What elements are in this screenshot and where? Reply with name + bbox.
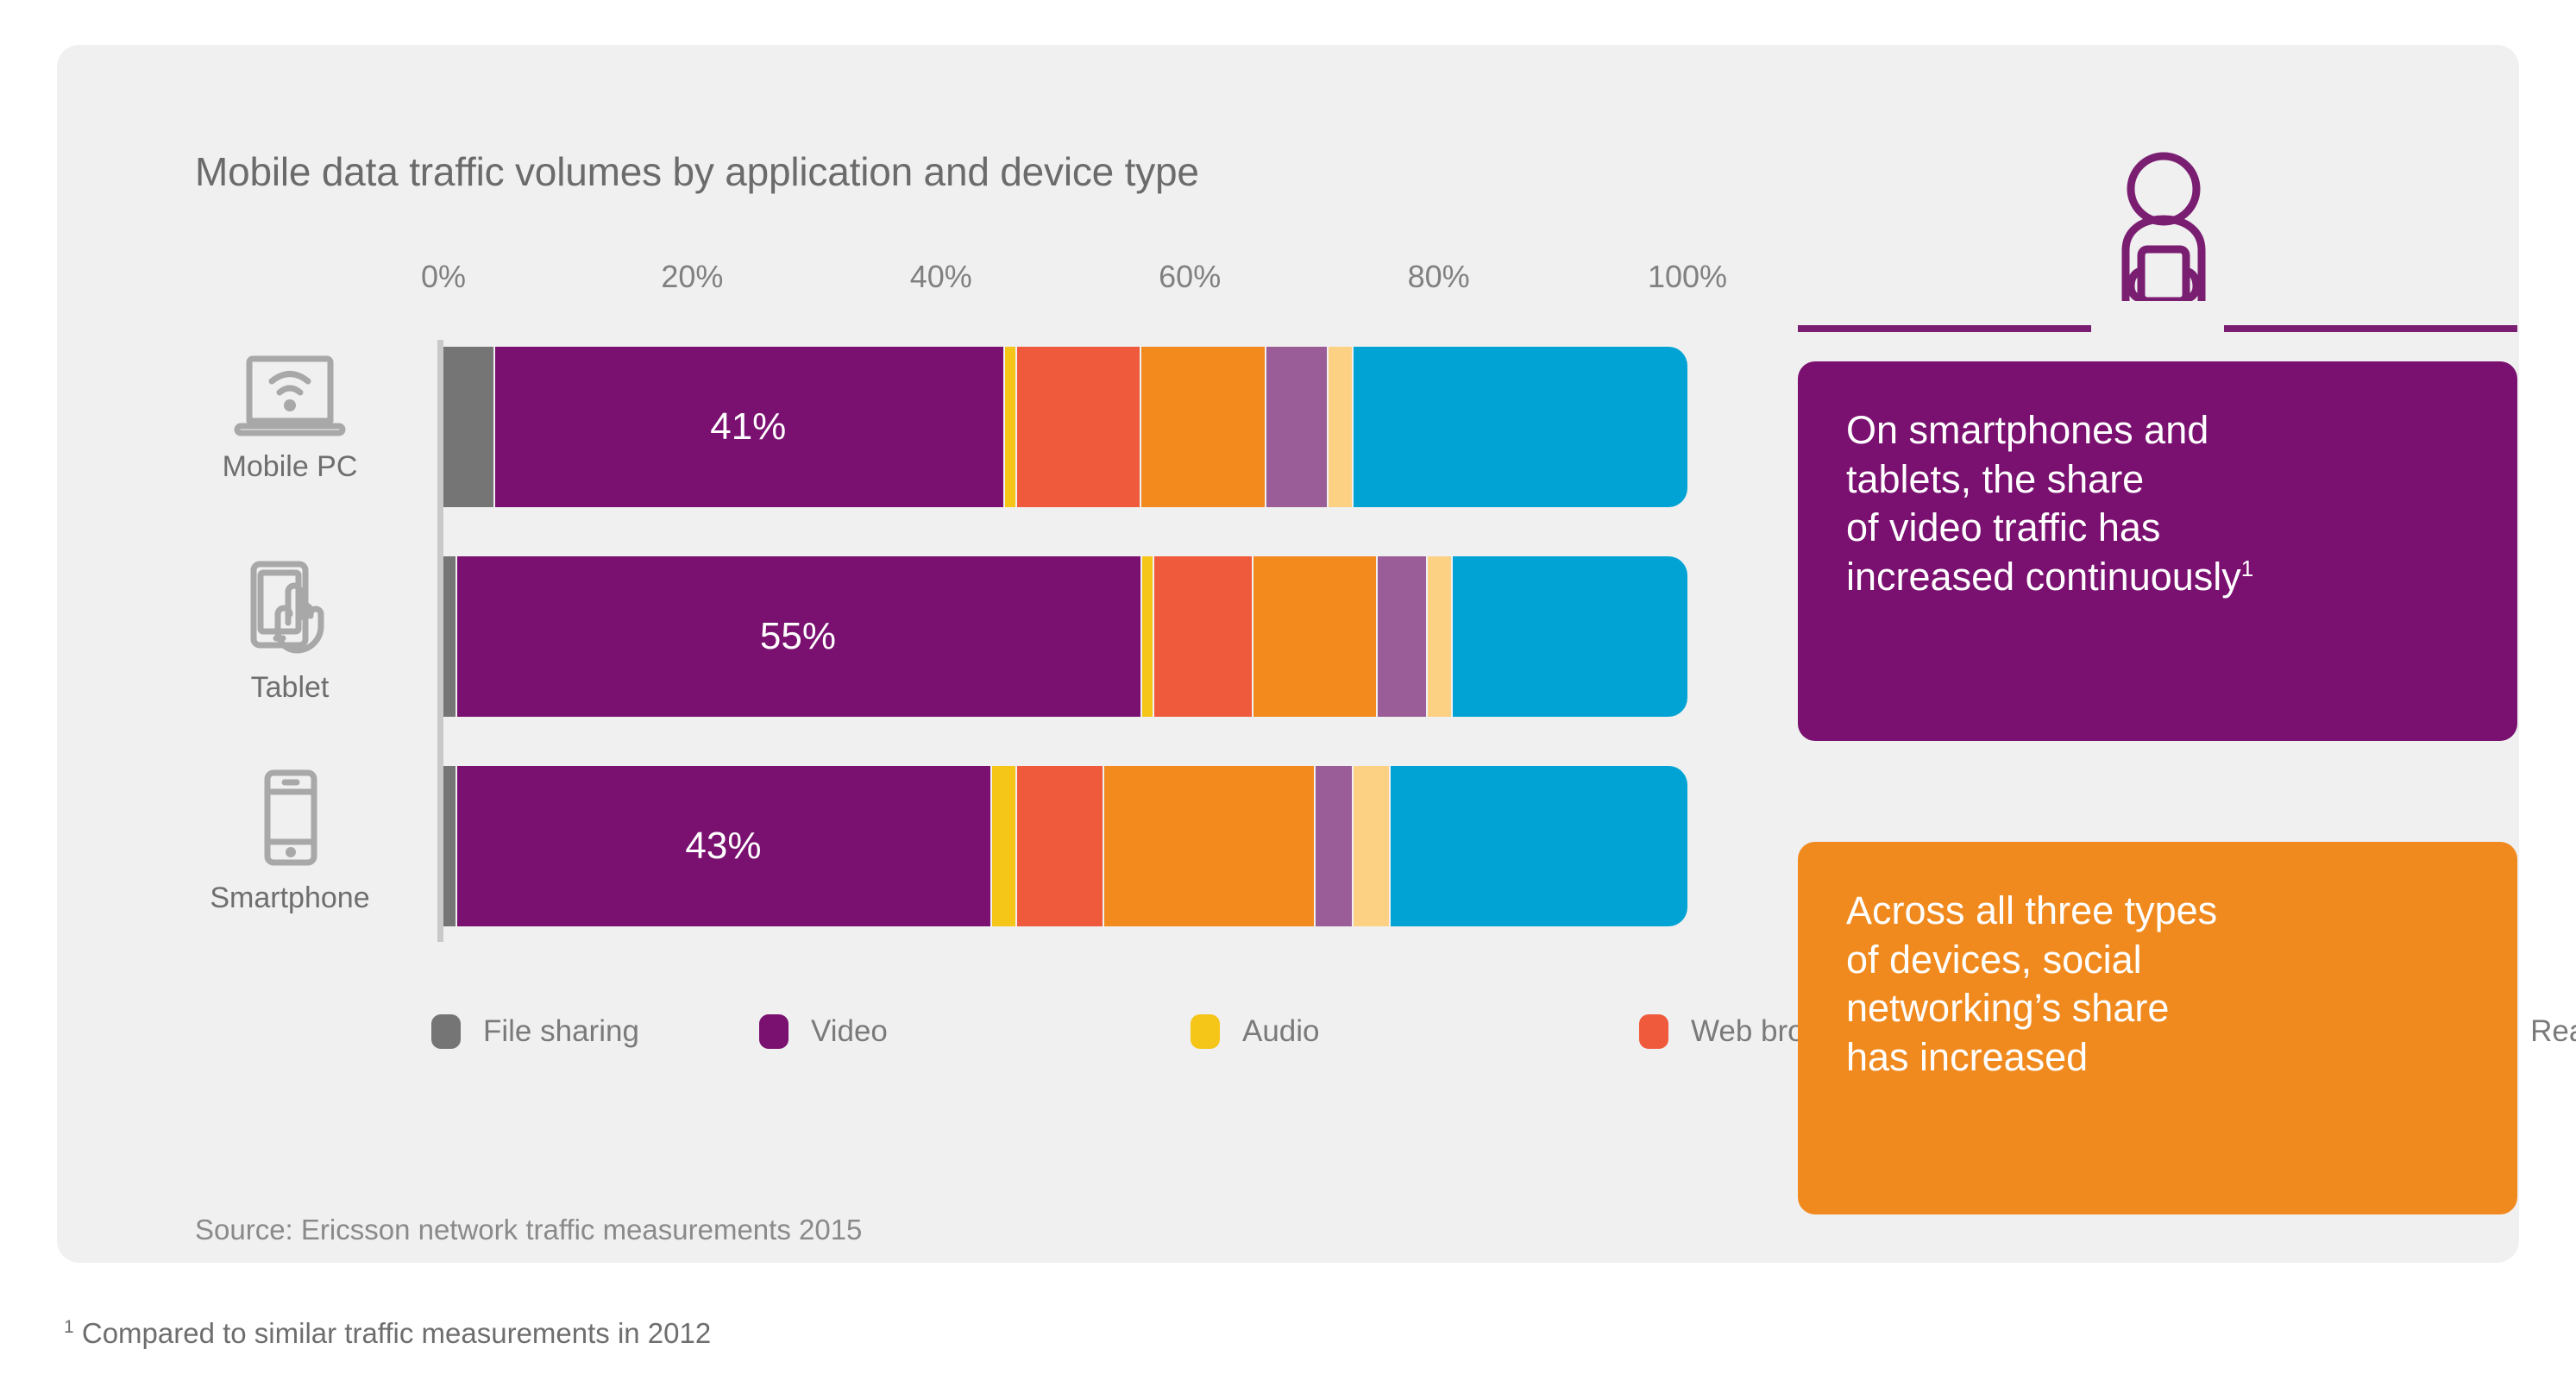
infographic-card: Mobile data traffic volumes by applicati… bbox=[57, 45, 2576, 1263]
stacked-bar[interactable] bbox=[443, 556, 1687, 717]
callout-line: Across all three types bbox=[1846, 888, 2218, 932]
laptop-wifi-icon bbox=[178, 347, 402, 442]
bar-segment[interactable] bbox=[1140, 347, 1265, 507]
x-axis-tick: 20% bbox=[661, 259, 724, 294]
bar-segment[interactable] bbox=[1252, 556, 1377, 717]
bar-segment[interactable] bbox=[1015, 347, 1140, 507]
device-label: Smartphone bbox=[210, 882, 370, 914]
callout-line: increased continuously1 bbox=[1846, 555, 2254, 599]
bar-segment[interactable] bbox=[493, 347, 1003, 507]
legend-label: File sharing bbox=[483, 1013, 639, 1048]
divider-left bbox=[1798, 325, 2091, 332]
bar-segment[interactable] bbox=[1152, 556, 1253, 717]
callout-line: has increased bbox=[1846, 1035, 2089, 1080]
bar-segment[interactable] bbox=[443, 347, 493, 507]
bar-segment[interactable] bbox=[443, 556, 456, 717]
chart-legend: File sharingVideoAudioWeb browsingSocial… bbox=[431, 1004, 2576, 1058]
legend-swatch bbox=[759, 1013, 789, 1049]
y-axis-line bbox=[437, 340, 443, 942]
x-axis-tick: 40% bbox=[909, 259, 972, 294]
bar-segment[interactable] bbox=[1002, 347, 1016, 507]
legend-label: Video bbox=[811, 1013, 888, 1048]
device-label: Tablet bbox=[250, 671, 330, 704]
legend-item[interactable]: Audio bbox=[1191, 1004, 1639, 1058]
bar-segment[interactable] bbox=[1264, 347, 1327, 507]
social-networking-callout: Across all three types of devices, social… bbox=[1798, 842, 2517, 1214]
bar-row: 43% bbox=[443, 766, 1687, 926]
bar-segment[interactable] bbox=[1103, 766, 1315, 926]
x-axis-tick: 0% bbox=[420, 259, 467, 294]
divider-right bbox=[2224, 325, 2517, 332]
stacked-bar[interactable] bbox=[443, 766, 1687, 926]
legend-label: Audio bbox=[1242, 1013, 1320, 1048]
bar-segment[interactable] bbox=[1314, 766, 1352, 926]
device-category-mobile-pc: Mobile PC bbox=[178, 347, 402, 484]
bar-segment[interactable] bbox=[1015, 766, 1103, 926]
device-category-tablet: Tablet bbox=[178, 559, 402, 705]
device-label: Mobile PC bbox=[222, 450, 358, 483]
callout-line: networking’s share bbox=[1846, 986, 2170, 1031]
bar-segment[interactable] bbox=[1450, 556, 1687, 717]
bar-segment[interactable] bbox=[1388, 766, 1687, 926]
stacked-bar-chart: 41% 55% 43% bbox=[443, 338, 1687, 942]
callout-line: tablets, the share bbox=[1846, 456, 2145, 501]
legend-item[interactable]: Video bbox=[759, 1004, 1191, 1058]
smartphone-icon bbox=[178, 769, 402, 873]
bar-segment[interactable] bbox=[456, 556, 1140, 717]
device-category-smartphone: Smartphone bbox=[178, 769, 402, 915]
bar-row: 41% bbox=[443, 347, 1687, 507]
tablet-touch-icon bbox=[178, 559, 402, 662]
bar-row: 55% bbox=[443, 556, 1687, 717]
legend-label: Real-time communications bbox=[2530, 1013, 2576, 1048]
bar-segment[interactable] bbox=[1426, 556, 1451, 717]
footnote: 1 Compared to similar traffic measuremen… bbox=[64, 1317, 711, 1350]
video-share-callout: On smartphones and tablets, the share of v… bbox=[1798, 361, 2517, 741]
callout-footnote-marker: 1 bbox=[2240, 555, 2254, 582]
bar-segment[interactable] bbox=[1351, 347, 1687, 507]
bar-segment[interactable] bbox=[1351, 766, 1389, 926]
bar-segment[interactable] bbox=[456, 766, 991, 926]
person-with-device-icon bbox=[2112, 150, 2215, 305]
callout-line: of devices, social bbox=[1846, 937, 2142, 982]
x-axis-tick: 60% bbox=[1159, 259, 1222, 294]
legend-swatch bbox=[431, 1013, 461, 1049]
legend-item[interactable]: File sharing bbox=[431, 1004, 759, 1058]
legend-swatch bbox=[1639, 1013, 1668, 1049]
bar-segment[interactable] bbox=[443, 766, 456, 926]
footnote-text: Compared to similar traffic measurements… bbox=[73, 1317, 712, 1349]
legend-swatch bbox=[1191, 1013, 1220, 1049]
source-note: Source: Ericsson network traffic measure… bbox=[195, 1214, 863, 1246]
bar-segment[interactable] bbox=[1376, 556, 1427, 717]
page-title: Mobile data traffic volumes by applicati… bbox=[195, 149, 1199, 194]
callout-line: of video traffic has bbox=[1846, 505, 2161, 550]
x-axis-tick-labels: 0% 20% 40% 60% 80% 100% bbox=[421, 259, 1727, 298]
stacked-bar[interactable] bbox=[443, 347, 1687, 507]
x-axis-tick: 80% bbox=[1407, 259, 1470, 294]
bar-segment[interactable] bbox=[1326, 347, 1352, 507]
x-axis-tick: 100% bbox=[1647, 259, 1728, 294]
bar-segment[interactable] bbox=[990, 766, 1016, 926]
callout-line: On smartphones and bbox=[1846, 408, 2209, 452]
footnote-marker: 1 bbox=[64, 1317, 74, 1337]
bar-segment[interactable] bbox=[1140, 556, 1153, 717]
